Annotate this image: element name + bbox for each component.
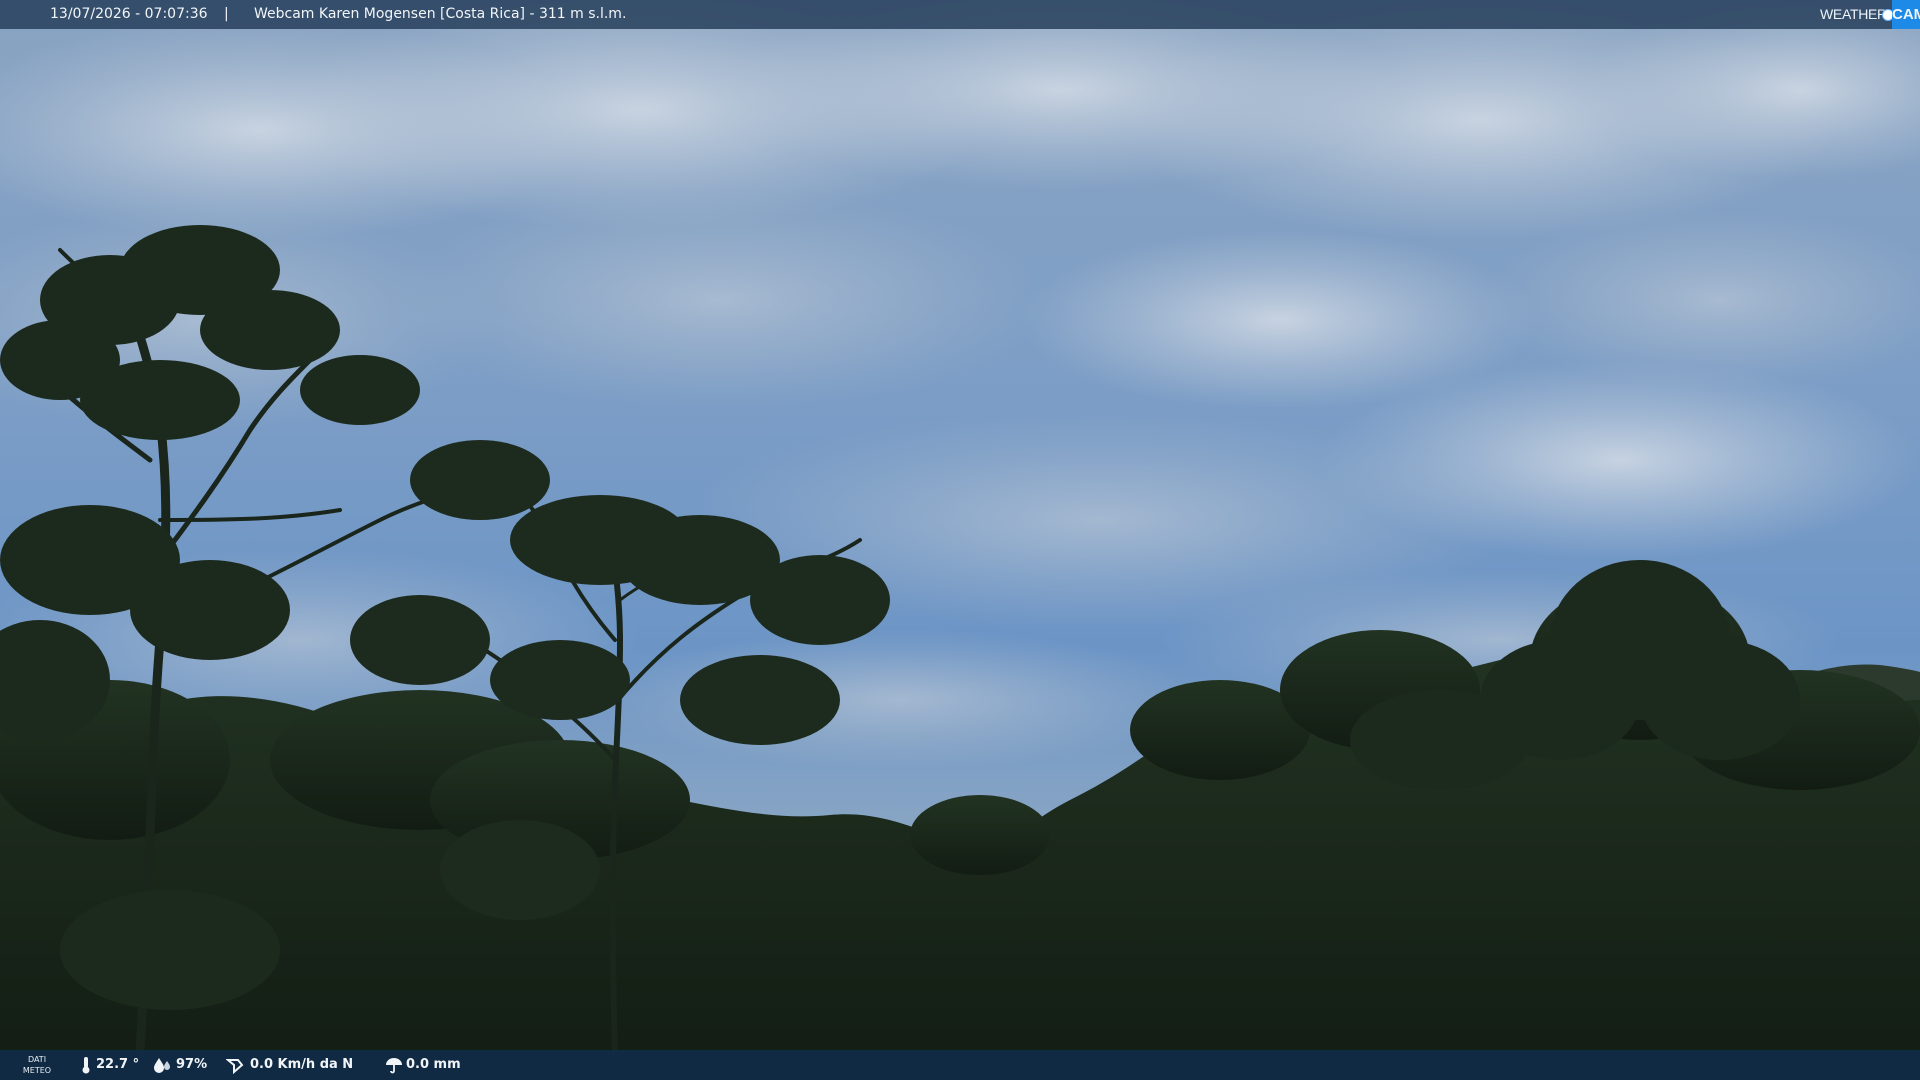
- thermometer-icon: [82, 1057, 90, 1074]
- top-info-bar: 13/07/2026 - 07:07:36 | Webcam Karen Mog…: [0, 0, 1920, 29]
- rain-value: 0.0 mm: [406, 1057, 461, 1072]
- humidity-value: 97%: [176, 1057, 208, 1072]
- meteo-label: METEO: [22, 1066, 52, 1075]
- rain-reading: 0.0 mm: [384, 1050, 474, 1080]
- webcam-title: Webcam Karen Mogensen [Costa Rica] - 311…: [254, 6, 627, 22]
- wind-icon: [226, 1059, 244, 1074]
- weather-data-bar: DATI METEO 22.7 ° 97% 0.0 Km/h da N 0.0 …: [0, 1050, 1920, 1080]
- logo-weather-text: WEATHER: [1820, 6, 1887, 22]
- humidity-reading: 97%: [152, 1050, 212, 1080]
- logo-cam-text: CAM: [1892, 0, 1920, 29]
- temperature-value: 22.7 °: [96, 1057, 140, 1072]
- title-separator: |: [224, 6, 229, 22]
- wind-reading: 0.0 Km/h da N: [226, 1050, 366, 1080]
- wind-value: 0.0 Km/h da N: [250, 1057, 354, 1072]
- timestamp: 13/07/2026 - 07:07:36: [50, 6, 208, 22]
- weathercam-logo[interactable]: WEATHER CAM: [1816, 0, 1920, 29]
- rain-icon: [386, 1058, 402, 1074]
- humidity-icon: [154, 1058, 170, 1073]
- temperature-reading: 22.7 °: [80, 1050, 140, 1080]
- dati-meteo-label: DATI METEO: [20, 1054, 54, 1076]
- dati-label: DATI: [27, 1055, 47, 1064]
- webcam-scene: [0, 0, 1920, 1080]
